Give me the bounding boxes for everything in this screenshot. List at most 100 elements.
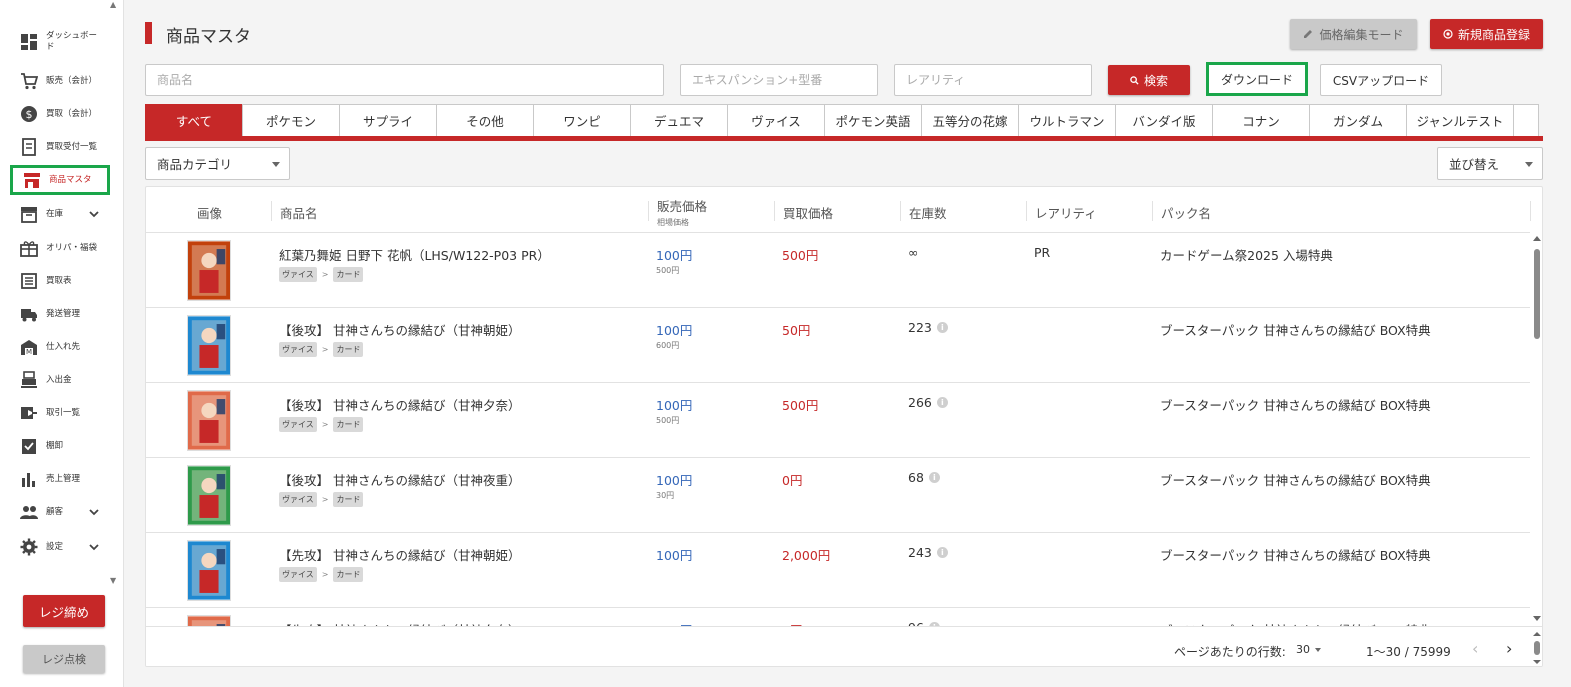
csv-upload-button[interactable]: CSVアップロード [1320,64,1442,96]
svg-text:M: M [26,348,32,356]
sidebar-item-2[interactable]: $ 買取（会計） [10,99,110,129]
scroll-up-icon[interactable] [1533,236,1541,241]
product-thumbnail[interactable] [187,540,231,601]
separator: > [321,270,329,279]
col-pack[interactable]: パック名 [1161,203,1211,222]
search-button[interactable]: 検索 [1108,65,1190,95]
sort-select[interactable]: 並び替え [1437,147,1543,180]
product-thumbnail[interactable] [187,240,231,301]
tab-10[interactable]: バンダイ版 [1115,104,1213,136]
table-row[interactable]: 【先攻】 甘神さんちの縁結び（甘神朝姫） ヴァイス > カード 100円 2,000円 24… [146,533,1530,608]
sidebar-item-label: 買取表 [46,275,72,286]
sidebar-item-13[interactable]: 売上管理 [10,464,110,494]
category-select[interactable]: 商品カテゴリ [145,147,290,180]
product-name[interactable]: 紅葉乃舞姫 日野下 花帆（LHS/W122-P03 PR） [279,245,550,264]
people-icon [20,503,38,521]
sidebar-item-0[interactable]: ダッシュボード [10,27,110,57]
tab-13[interactable]: ジャンルテスト [1406,104,1514,136]
product-thumbnail[interactable] [187,315,231,376]
sidebar-item-15[interactable]: 設定 [10,532,110,562]
pack-name: ブースターパック 甘神さんちの縁結び BOX特典 [1160,398,1431,413]
tab-11[interactable]: コナン [1212,104,1310,136]
category-chip: カード [333,492,364,507]
table-row[interactable]: 紅葉乃舞姫 日野下 花帆（LHS/W122-P03 PR） ヴァイス > カード 100… [146,233,1530,308]
sidebar-item-5[interactable]: 在庫 [10,199,110,229]
product-thumbnail[interactable] [187,615,231,626]
sidebar-item-label: 販売（会計） [46,75,98,86]
table-scrollbar[interactable] [1532,233,1542,626]
tab-6[interactable]: ヴァイス [727,104,825,136]
tab-5[interactable]: デュエマ [630,104,728,136]
tab-3[interactable]: その他 [436,104,534,136]
table-row[interactable]: 【後攻】 甘神さんちの縁結び（甘神夜重） ヴァイス > カード 100円 30円 0円 68 i… [146,458,1530,533]
price-edit-mode-button[interactable]: 価格編集モード [1290,19,1417,49]
info-icon[interactable]: i [936,397,948,408]
tab-1[interactable]: ポケモン [242,104,340,136]
sidebar-item-label: 仕入れ先 [46,341,81,352]
buy-price: 50円 [782,323,811,338]
table-row[interactable]: 【先攻】 甘神さんちの縁結び（甘神夕奈）ヴァイス>カード100円0円96iブース… [146,608,1530,626]
table-row[interactable]: 【後攻】 甘神さんちの縁結び（甘神朝姫） ヴァイス > カード 100円 600円 50円 2… [146,308,1530,383]
sidebar-item-6[interactable]: オリパ・福袋 [10,233,110,263]
info-icon[interactable]: i [936,322,948,333]
product-category-path: ヴァイス > カード [279,267,364,282]
product-thumbnail[interactable] [187,465,231,526]
sidebar-item-11[interactable]: 取引一覧 [10,398,110,428]
product-name[interactable]: 【後攻】 甘神さんちの縁結び（甘神朝姫） [279,320,520,339]
product-name[interactable]: 【後攻】 甘神さんちの縁結び（甘神夜重） [279,470,520,489]
close-register-button[interactable]: レジ締め [23,595,105,627]
col-stock[interactable]: 在庫数 [909,203,947,222]
table-row[interactable]: 【後攻】 甘神さんちの縁結び（甘神夕奈） ヴァイス > カード 100円 500円 500円… [146,383,1530,458]
info-icon[interactable]: i [928,472,940,483]
sidebar-item-7[interactable]: 買取表 [10,266,110,296]
sidebar-item-1[interactable]: 販売（会計） [10,66,110,96]
col-buy-price[interactable]: 買取価格 [783,203,833,222]
pack-name: ブースターパック 甘神さんちの縁結び BOX特典 [1160,548,1431,563]
tab-8[interactable]: 五等分の花嫁 [921,104,1019,136]
sidebar-item-10[interactable]: 入出金 [10,365,110,395]
tab-0[interactable]: すべて [145,104,243,136]
scrollbar-thumb[interactable] [1534,249,1540,339]
expansion-input[interactable] [680,64,878,96]
tab-overflow[interactable] [1513,104,1539,136]
prev-page-icon[interactable]: ‹ [1472,639,1478,658]
chevron-down-icon[interactable] [88,503,100,522]
stock-count: ∞ [908,245,919,260]
product-name[interactable]: 【後攻】 甘神さんちの縁結び（甘神夕奈） [279,395,520,414]
sidebar-item-12[interactable]: 棚卸 [10,431,110,461]
sidebar-item-3[interactable]: 買取受付一覧 [10,132,110,162]
col-sell-price[interactable]: 販売価格 [657,196,707,215]
rows-per-page-select[interactable]: 30 [1296,643,1321,656]
sidebar-scroll-down-icon[interactable]: ▼ [110,576,116,585]
tab-7[interactable]: ポケモン英語 [824,104,922,136]
tab-4[interactable]: ワンピ [533,104,631,136]
sidebar-item-label: 買取受付一覧 [46,141,98,152]
info-icon[interactable]: i [936,547,948,558]
rarity-input[interactable] [894,64,1092,96]
product-name-input[interactable] [145,64,664,96]
next-page-icon[interactable]: › [1506,639,1512,658]
sidebar-scroll-up-icon[interactable]: ▲ [110,0,116,9]
new-product-button[interactable]: 新規商品登録 [1430,19,1543,49]
sidebar-item-4[interactable]: 商品マスタ [10,165,110,195]
sidebar-item-14[interactable]: 顧客 [10,497,110,527]
col-name[interactable]: 商品名 [280,203,318,222]
footer-scrollbar[interactable] [1532,631,1542,667]
sidebar-item-8[interactable]: 発送管理 [10,299,110,329]
tab-9[interactable]: ウルトラマン [1018,104,1116,136]
sidebar-item-label: 設定 [46,541,64,552]
tab-2[interactable]: サプライ [339,104,437,136]
product-thumbnail[interactable] [187,390,231,451]
download-button[interactable]: ダウンロード [1206,62,1308,96]
sidebar-item-9[interactable]: M 仕入れ先 [10,332,110,362]
stock-count: 223 i [908,320,948,335]
check-register-button[interactable]: レジ点検 [23,645,105,673]
sell-price: 100円 [656,548,693,563]
product-name[interactable]: 【先攻】 甘神さんちの縁結び（甘神朝姫） [279,545,520,564]
chevron-down-icon[interactable] [88,205,100,224]
tab-12[interactable]: ガンダム [1309,104,1407,136]
col-rarity[interactable]: レアリティ [1035,203,1097,222]
chevron-down-icon[interactable] [88,538,100,557]
sidebar-item-label: ダッシュボード [46,31,98,52]
scroll-down-icon[interactable] [1533,616,1541,621]
